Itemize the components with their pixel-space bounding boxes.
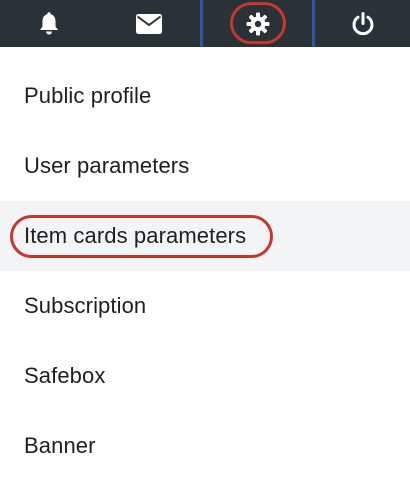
menu-item-subscription[interactable]: Subscription [0,271,410,341]
menu-item-label: Public profile [24,83,152,108]
menu-item-label: Item cards parameters [24,223,247,248]
top-navigation-bar [0,0,410,47]
menu-item-label: User parameters [24,153,190,178]
bell-icon [38,11,60,36]
envelope-icon [135,13,162,34]
gear-icon [246,12,270,36]
messages-button[interactable] [97,0,200,47]
menu-item-label: Subscription [24,293,147,318]
settings-button[interactable] [200,0,315,47]
menu-item-safebox[interactable]: Safebox [0,341,410,411]
settings-menu: Public profile User parameters Item card… [0,61,410,481]
menu-item-item-cards-parameters[interactable]: Item cards parameters [0,201,410,271]
menu-item-banner[interactable]: Banner [0,411,410,481]
logout-button[interactable] [315,0,410,47]
menu-item-label: Banner [24,433,96,458]
menu-item-user-parameters[interactable]: User parameters [0,131,410,201]
notifications-button[interactable] [0,0,97,47]
menu-item-public-profile[interactable]: Public profile [0,61,410,131]
power-icon [351,11,375,36]
menu-item-label: Safebox [24,363,106,388]
